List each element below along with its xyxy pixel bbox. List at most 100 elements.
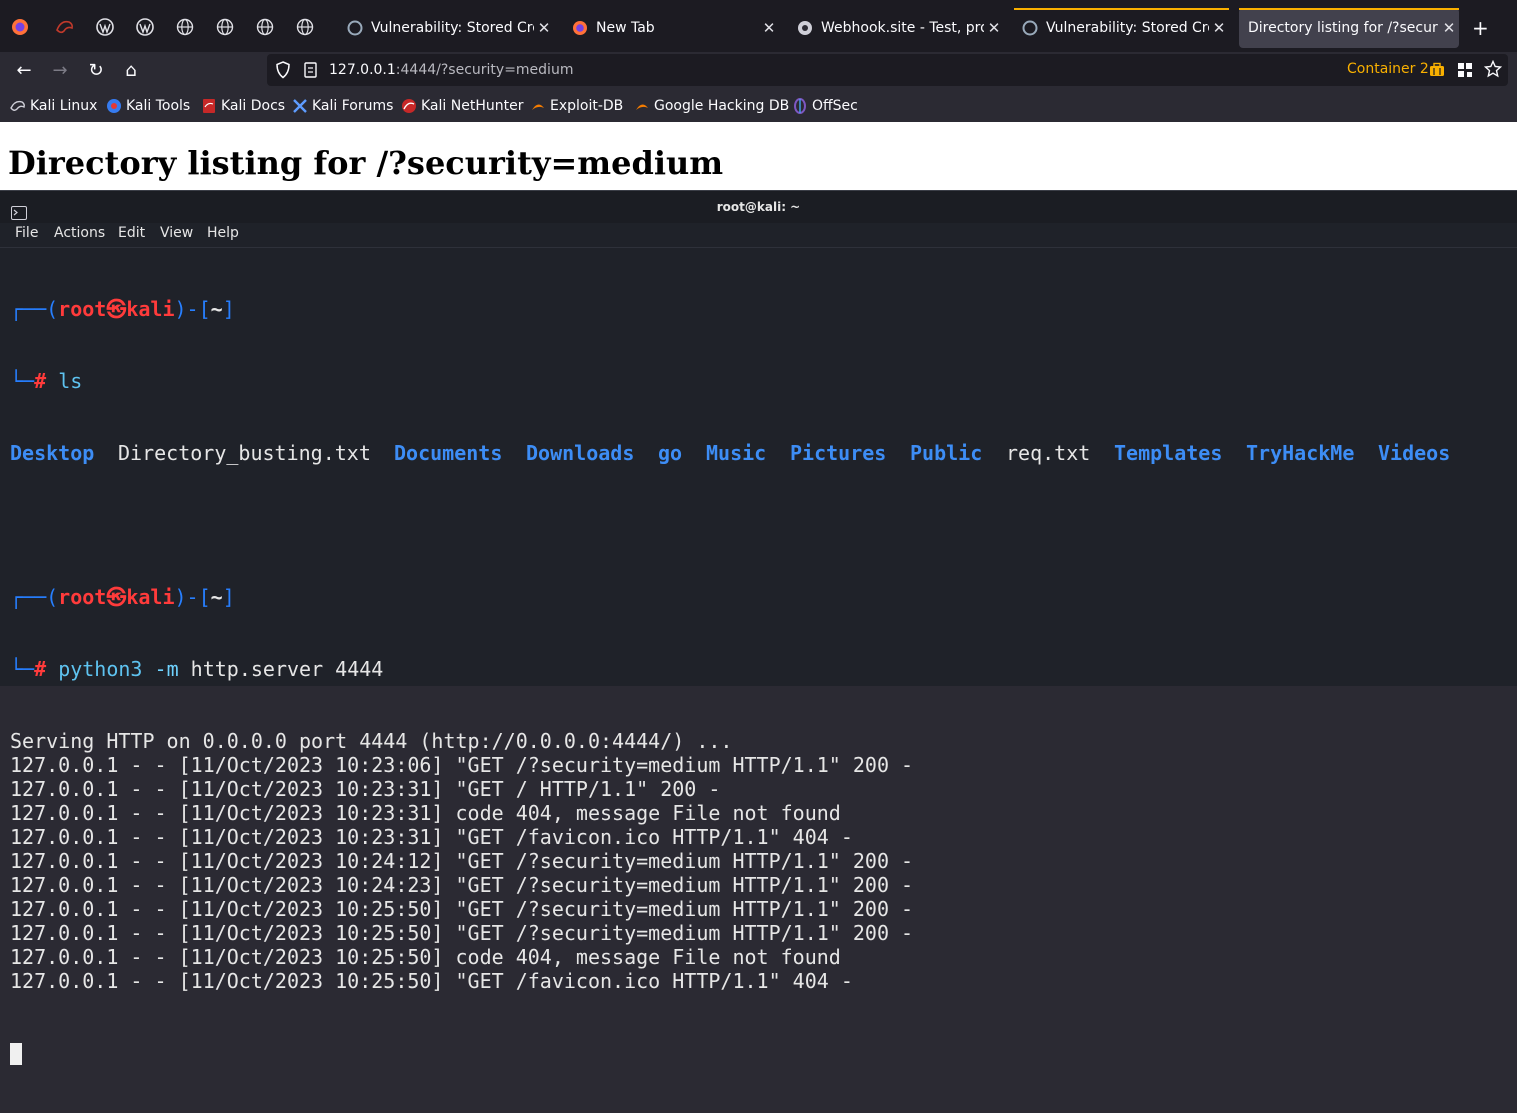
log-line: 127.0.0.1 - - [11/Oct/2023 10:25:50] "GE… <box>10 897 914 921</box>
log-line: 127.0.0.1 - - [11/Oct/2023 10:25:50] "GE… <box>10 969 853 993</box>
kali-docs-icon <box>201 98 217 114</box>
url-host: 127.0.0.1 <box>329 62 396 78</box>
kali-dragon-icon[interactable] <box>55 17 75 37</box>
tab-new-tab[interactable]: New Tab ✕ <box>564 8 779 48</box>
command-program: python3 <box>58 657 143 681</box>
tab-title: Vulnerability: Stored Cross <box>371 20 534 36</box>
firefox-icon[interactable] <box>10 17 30 37</box>
dvwa-icon <box>1022 20 1038 36</box>
globe-icon[interactable] <box>215 17 235 37</box>
log-line: 127.0.0.1 - - [11/Oct/2023 10:23:31] "GE… <box>10 777 721 801</box>
terminal-window[interactable]: root@kali: ~ File Actions Edit View Help… <box>0 190 1517 1065</box>
briefcase-icon <box>1429 62 1445 82</box>
bookmark-kali-linux[interactable]: Kali Linux <box>10 98 97 114</box>
menu-view[interactable]: View <box>160 225 193 241</box>
wordpress-icon[interactable] <box>95 17 115 37</box>
kali-forums-icon <box>292 98 308 114</box>
close-tab-icon[interactable]: ✕ <box>1439 19 1459 37</box>
dvwa-icon <box>347 20 363 36</box>
file-entry: req.txt <box>1006 441 1091 465</box>
bookmarks-toolbar: Kali Linux Kali Tools Kali Docs Kali For… <box>0 90 1517 123</box>
url-path: :4444/?security=medium <box>395 62 574 78</box>
home-icon[interactable]: ⌂ <box>119 60 143 82</box>
container-label[interactable]: Container 2 <box>1347 61 1429 77</box>
kali-dragon-icon <box>10 98 26 114</box>
qr-code-icon[interactable] <box>1457 62 1473 82</box>
tab-vulnerability-stored-xss[interactable]: Vulnerability: Stored Cross ✕ <box>339 8 554 48</box>
close-tab-icon[interactable]: ✕ <box>1209 19 1229 37</box>
globe-icon[interactable] <box>255 17 275 37</box>
log-line: 127.0.0.1 - - [11/Oct/2023 10:25:50] cod… <box>10 945 841 969</box>
back-arrow-icon[interactable]: ← <box>12 60 36 82</box>
menu-actions[interactable]: Actions <box>54 225 105 241</box>
server-log: Serving HTTP on 0.0.0.0 port 4444 (http:… <box>10 729 1474 993</box>
kali-tools-icon <box>106 98 122 114</box>
log-line: 127.0.0.1 - - [11/Oct/2023 10:23:31] cod… <box>10 801 841 825</box>
menu-help[interactable]: Help <box>207 225 239 241</box>
log-line: Serving HTTP on 0.0.0.0 port 4444 (http:… <box>10 729 733 753</box>
tab-title: New Tab <box>596 20 655 36</box>
tab-title: Directory listing for /?security <box>1248 20 1439 36</box>
tab-bar: Vulnerability: Stored Cross ✕ New Tab ✕ … <box>0 0 1517 52</box>
prompt-line: ┌──(root㉿kali)-[~] <box>10 585 235 609</box>
bookmark-star-icon[interactable] <box>1483 59 1503 82</box>
exploit-db-icon <box>530 98 546 114</box>
bookmark-google-hacking-db[interactable]: Google Hacking DB <box>634 98 789 114</box>
command-args: http.server 4444 <box>190 657 384 681</box>
directory-entry: Pictures <box>790 441 887 465</box>
log-line: 127.0.0.1 - - [11/Oct/2023 10:24:12] "GE… <box>10 849 914 873</box>
directory-entry: Templates <box>1114 441 1223 465</box>
bookmark-kali-docs[interactable]: Kali Docs <box>201 98 285 114</box>
address-bar[interactable]: 127.0.0.1:4444/?security=medium Containe… <box>267 54 1508 86</box>
bookmark-kali-tools[interactable]: Kali Tools <box>106 98 190 114</box>
close-tab-icon[interactable]: ✕ <box>759 19 779 37</box>
terminal-menubar: File Actions Edit View Help <box>0 223 1517 248</box>
bookmark-exploit-db[interactable]: Exploit-DB <box>530 98 623 114</box>
terminal-titlebar[interactable]: root@kali: ~ <box>0 191 1517 223</box>
tab-vulnerability-stored-xss-2[interactable]: Vulnerability: Stored Cross ✕ <box>1014 8 1229 48</box>
command-option: -m <box>154 657 179 681</box>
globe-icon[interactable] <box>295 17 315 37</box>
tracking-shield-icon[interactable] <box>275 61 291 83</box>
url-text[interactable]: 127.0.0.1:4444/?security=medium <box>329 62 573 78</box>
command-text: ls <box>58 369 83 393</box>
webhook-icon <box>797 20 813 36</box>
directory-entry: Desktop <box>10 441 95 465</box>
page-info-icon[interactable] <box>303 61 319 83</box>
page-heading: Directory listing for /?security=medium <box>8 144 724 182</box>
directory-entry: TryHackMe <box>1246 441 1355 465</box>
tab-directory-listing[interactable]: Directory listing for /?security ✕ <box>1239 8 1459 48</box>
ls-output: Desktop Directory_busting.txt Documents Dow… <box>10 441 1474 465</box>
directory-entry: Downloads <box>526 441 635 465</box>
tab-title: Vulnerability: Stored Cross <box>1046 20 1209 36</box>
command-line: └─# ls <box>10 369 83 393</box>
terminal-cursor <box>10 1043 22 1065</box>
file-entry: Directory_busting.txt <box>118 441 371 465</box>
new-tab-button[interactable]: + <box>1472 16 1489 40</box>
directory-entry: go <box>658 441 683 465</box>
command-line: └─# python3 -m http.server 4444 <box>10 657 384 681</box>
reload-icon[interactable]: ↻ <box>84 60 108 82</box>
terminal-output[interactable]: ┌──(root㉿kali)-[~] └─# ls Desktop Directo… <box>10 249 1474 1113</box>
directory-entry: Public <box>910 441 983 465</box>
close-tab-icon[interactable]: ✕ <box>534 19 554 37</box>
globe-icon[interactable] <box>175 17 195 37</box>
tab-title: Webhook.site - Test, proc <box>821 20 984 36</box>
wordpress-icon[interactable] <box>135 17 155 37</box>
bookmark-kali-forums[interactable]: Kali Forums <box>292 98 393 114</box>
bookmark-offsec[interactable]: OffSec <box>792 98 858 114</box>
close-tab-icon[interactable]: ✕ <box>984 19 1004 37</box>
directory-entry: Documents <box>394 441 503 465</box>
log-line: 127.0.0.1 - - [11/Oct/2023 10:24:23] "GE… <box>10 873 914 897</box>
offsec-icon <box>792 98 808 114</box>
firefox-icon <box>572 20 588 36</box>
menu-edit[interactable]: Edit <box>118 225 145 241</box>
terminal-title: root@kali: ~ <box>716 200 801 214</box>
log-line: 127.0.0.1 - - [11/Oct/2023 10:25:50] "GE… <box>10 921 914 945</box>
nethunter-icon <box>401 98 417 114</box>
forward-arrow-icon[interactable]: → <box>48 60 72 82</box>
bookmark-kali-nethunter[interactable]: Kali NetHunter <box>401 98 523 114</box>
log-line: 127.0.0.1 - - [11/Oct/2023 10:23:31] "GE… <box>10 825 853 849</box>
menu-file[interactable]: File <box>15 225 38 241</box>
tab-webhook-site[interactable]: Webhook.site - Test, proc ✕ <box>789 8 1004 48</box>
